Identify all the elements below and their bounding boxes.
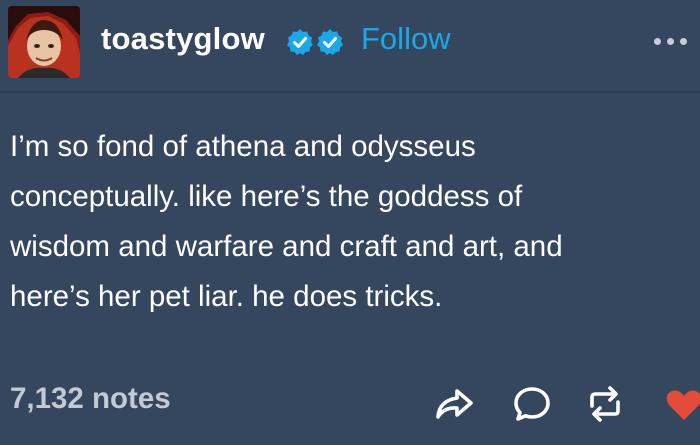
verified-badges bbox=[286, 28, 344, 56]
follow-button[interactable]: Follow bbox=[361, 21, 451, 57]
verified-check-icon bbox=[287, 29, 313, 55]
ellipsis-icon[interactable] bbox=[654, 31, 700, 51]
ellipsis-dot bbox=[680, 37, 687, 45]
avatar[interactable] bbox=[8, 6, 80, 78]
reblog-icon[interactable] bbox=[583, 382, 627, 426]
post-actions bbox=[0, 382, 700, 426]
post-body-line: conceptually. like here’s the goddess of bbox=[10, 180, 523, 213]
post-body-line: I’m so fond of athena and odysseus bbox=[10, 130, 476, 163]
post-body: I’m so fond of athena and odysseus conce… bbox=[10, 122, 690, 322]
share-arrow-icon[interactable] bbox=[432, 382, 476, 426]
ellipsis-dot bbox=[667, 37, 674, 45]
post-header: toastyglow Follow bbox=[0, 0, 700, 90]
header-divider bbox=[0, 91, 700, 93]
heart-icon[interactable] bbox=[662, 382, 700, 426]
tumblr-post: toastyglow Follow I’m so fond of athena … bbox=[0, 0, 700, 445]
post-body-line: here’s her pet liar. he does tricks. bbox=[10, 280, 443, 313]
username[interactable]: toastyglow bbox=[101, 21, 265, 57]
avatar-image bbox=[8, 6, 80, 78]
verified-check-icon bbox=[317, 29, 343, 55]
reply-bubble-icon[interactable] bbox=[510, 382, 554, 426]
ellipsis-dot bbox=[654, 37, 661, 45]
post-body-line: wisdom and warfare and craft and art, an… bbox=[10, 230, 563, 263]
